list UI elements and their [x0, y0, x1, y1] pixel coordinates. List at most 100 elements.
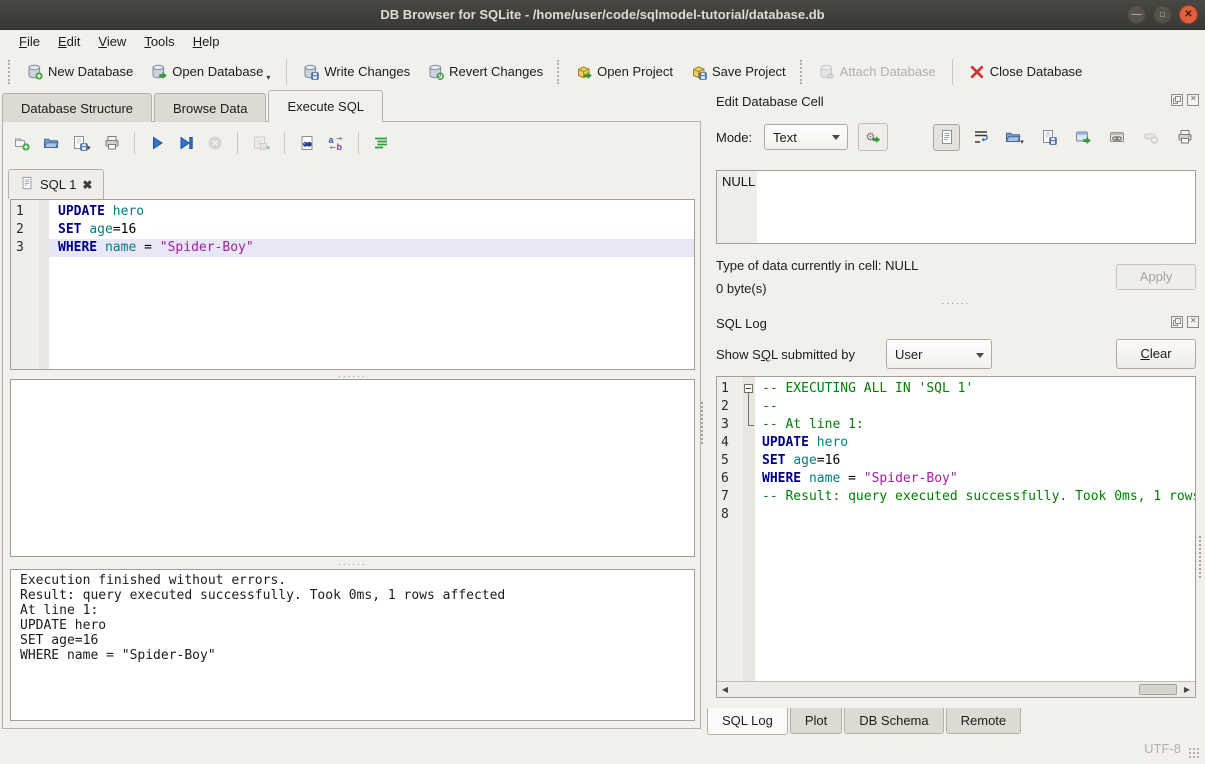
stop-button[interactable]: [204, 132, 226, 154]
mode-label: Mode:: [716, 130, 752, 145]
execute-line-icon: [178, 135, 194, 151]
apply-button[interactable]: Apply: [1116, 264, 1196, 290]
text-mode-button[interactable]: [933, 124, 960, 151]
menu-tools[interactable]: Tools: [135, 31, 183, 53]
splitter-handle[interactable]: ......: [10, 371, 695, 379]
svg-text:b: b: [337, 142, 343, 151]
scroll-right-icon[interactable]: ▶: [1179, 682, 1195, 697]
close-database-button[interactable]: Close Database: [960, 57, 1092, 87]
write-changes-button[interactable]: Write Changes: [294, 57, 419, 87]
scrollbar-track[interactable]: [733, 682, 1179, 697]
menu-help[interactable]: Help: [184, 31, 229, 53]
menu-view[interactable]: View: [89, 31, 135, 53]
menu-edit[interactable]: Edit: [49, 31, 89, 53]
fold-marker-icon[interactable]: [743, 398, 755, 416]
toolbar-separator: [952, 59, 953, 85]
copy-link-button[interactable]: [1103, 124, 1130, 151]
mode-select[interactable]: Text: [764, 124, 848, 150]
menu-bar: FileEditViewToolsHelp: [0, 31, 1205, 53]
save-project-icon: [691, 64, 707, 80]
splitter-handle[interactable]: ......: [10, 559, 695, 567]
save-project-button[interactable]: Save Project: [682, 57, 795, 87]
fold-margin: [39, 239, 49, 257]
fold-margin: [39, 221, 49, 239]
print-button[interactable]: [101, 132, 123, 154]
sql-editor[interactable]: 1UPDATE hero2SET age=163WHERE name = "Sp…: [10, 199, 695, 370]
fold-marker-icon[interactable]: [743, 380, 755, 398]
tab-browse-data[interactable]: Browse Data: [154, 93, 266, 122]
splitter-handle[interactable]: ......: [707, 298, 1205, 306]
toolbar-button-label: Open Database: [172, 64, 263, 79]
maximize-button[interactable]: □: [1153, 5, 1172, 24]
toolbar-handle: [800, 60, 803, 84]
line-number: 5: [717, 452, 743, 470]
dock-close-icon[interactable]: [1187, 94, 1199, 106]
toolbar-separator: [286, 59, 287, 85]
vertical-splitter-handle[interactable]: [701, 402, 704, 444]
text-mode-icon: [939, 129, 955, 145]
svg-text:⚙: ⚙: [866, 131, 876, 143]
save-sql-file-button[interactable]: ▾: [69, 131, 94, 155]
tab-execute-sql[interactable]: Execute SQL: [268, 90, 383, 122]
code-line: 6WHERE name = "Spider-Boy": [717, 470, 1195, 488]
cell-editor[interactable]: NULL: [716, 170, 1196, 244]
import-cell-button[interactable]: ▾: [1001, 124, 1028, 151]
clear-button[interactable]: Clear: [1116, 339, 1196, 369]
close-tab-icon[interactable]: ✖: [82, 178, 92, 192]
copy-link-icon: [1109, 129, 1125, 145]
dock-tab-db-schema[interactable]: DB Schema: [844, 708, 943, 734]
execute-all-button[interactable]: [146, 132, 168, 154]
find-icon: [299, 135, 315, 151]
toolbar-button-label: New Database: [48, 64, 133, 79]
dock-close-icon[interactable]: [1187, 316, 1199, 328]
sql-tab[interactable]: SQL 1 ✖: [8, 169, 104, 199]
close-database-icon: [969, 64, 985, 80]
dock-tab-remote[interactable]: Remote: [946, 708, 1022, 734]
tab-database-structure[interactable]: Database Structure: [2, 93, 152, 122]
save-results-icon: [252, 135, 268, 151]
auto-apply-button[interactable]: ⚙: [858, 123, 888, 151]
save-sql-file-icon: [72, 135, 88, 151]
export-cell-button[interactable]: [1035, 124, 1062, 151]
format-sql-button[interactable]: [370, 132, 392, 154]
log-filter-label: Show SQL submitted by: [716, 347, 855, 362]
minimize-button[interactable]: —: [1127, 5, 1146, 24]
write-changes-icon: [303, 64, 319, 80]
find-replace-button[interactable]: ab: [325, 132, 347, 154]
new-database-button[interactable]: New Database: [18, 57, 142, 87]
print-cell-button[interactable]: [1171, 124, 1198, 151]
revert-changes-button[interactable]: Revert Changes: [419, 57, 552, 87]
save-results-button[interactable]: ▾: [249, 131, 274, 155]
menu-file[interactable]: File: [10, 31, 49, 53]
set-null-button[interactable]: [1137, 124, 1164, 151]
open-database-button[interactable]: Open Database▾: [142, 57, 279, 87]
code-line: 2--: [717, 398, 1195, 416]
execute-line-button[interactable]: [175, 132, 197, 154]
dock-float-icon[interactable]: [1171, 316, 1183, 328]
titlebar[interactable]: DB Browser for SQLite - /home/user/code/…: [0, 0, 1205, 30]
dock-tab-plot[interactable]: Plot: [790, 708, 842, 734]
word-wrap-button[interactable]: [967, 124, 994, 151]
find-button[interactable]: [296, 132, 318, 154]
dock-tab-sql-log[interactable]: SQL Log: [707, 708, 788, 735]
resize-grip[interactable]: [1188, 747, 1201, 760]
open-sql-tab-button[interactable]: [11, 132, 33, 154]
line-number: 2: [11, 221, 39, 239]
toolbar-handle: [557, 60, 560, 84]
open-sql-file-button[interactable]: [40, 132, 62, 154]
code-line: 1-- EXECUTING ALL IN 'SQL 1': [717, 380, 1195, 398]
dropdown-caret-icon[interactable]: ▾: [266, 73, 270, 82]
code-line: 3WHERE name = "Spider-Boy": [11, 239, 694, 257]
code-text: -- Result: query executed successfully. …: [755, 488, 1195, 506]
dock-float-icon[interactable]: [1171, 94, 1183, 106]
scrollbar-thumb[interactable]: [1139, 684, 1177, 695]
open-project-button[interactable]: Open Project: [567, 57, 682, 87]
fold-marker-icon[interactable]: [743, 416, 755, 434]
open-in-app-button[interactable]: [1069, 124, 1096, 151]
scroll-left-icon[interactable]: ◀: [717, 682, 733, 697]
close-button[interactable]: ✕: [1179, 5, 1198, 24]
horizontal-scrollbar[interactable]: ◀ ▶: [717, 681, 1195, 697]
log-filter-select[interactable]: User: [886, 339, 992, 369]
attach-database-button[interactable]: Attach Database: [810, 57, 945, 87]
sql-log-content[interactable]: 1-- EXECUTING ALL IN 'SQL 1'2--3-- At li…: [717, 377, 1195, 681]
